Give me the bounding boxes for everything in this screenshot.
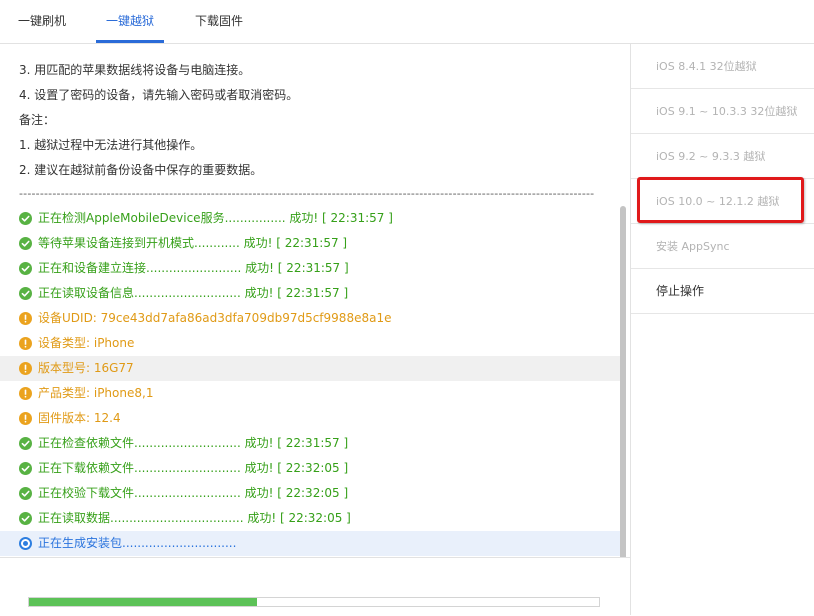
log-text: 正在生成安装包.............................. bbox=[38, 536, 237, 550]
sidebar-item-stop[interactable]: 停止操作 bbox=[631, 269, 814, 314]
log-row: 正在校验下载文件............................ 成功!… bbox=[0, 481, 620, 506]
log-row: 正在和设备建立连接......................... 成功! [… bbox=[0, 256, 620, 281]
check-circle-icon bbox=[19, 487, 32, 500]
sidebar-item-install-appsync[interactable]: 安装 AppSync bbox=[631, 224, 814, 269]
sidebar: iOS 8.4.1 32位越狱 iOS 9.1 ~ 10.3.3 32位越狱 i… bbox=[630, 44, 814, 615]
tab-bar: 一键刷机 一键越狱 下载固件 bbox=[0, 0, 814, 44]
exclamation-circle-icon bbox=[19, 387, 32, 400]
log-text: 正在读取数据..................................… bbox=[38, 511, 351, 525]
check-circle-icon bbox=[19, 212, 32, 225]
check-circle-icon bbox=[19, 262, 32, 275]
log-row: 正在检查依赖文件............................ 成功!… bbox=[0, 431, 620, 456]
check-circle-icon bbox=[19, 237, 32, 250]
log-row: 固件版本: 12.4 bbox=[0, 406, 620, 431]
log-row: 设备UDID: 79ce43dd7afa86ad3dfa709db97d5cf9… bbox=[0, 306, 620, 331]
progress-area bbox=[0, 557, 630, 616]
exclamation-circle-icon bbox=[19, 312, 32, 325]
active-tab-indicator bbox=[96, 40, 164, 43]
tab-one-click-flash[interactable]: 一键刷机 bbox=[18, 0, 66, 43]
check-circle-icon bbox=[19, 512, 32, 525]
progress-fill bbox=[29, 598, 257, 606]
divider-line: ----------------------------------------… bbox=[19, 187, 594, 200]
tab-one-click-jailbreak[interactable]: 一键越狱 bbox=[96, 0, 164, 43]
loading-circle-icon bbox=[19, 537, 32, 550]
check-circle-icon bbox=[19, 462, 32, 475]
note-line: 3. 用匹配的苹果数据线将设备与电脑连接。 bbox=[19, 63, 251, 77]
log-row: 正在生成安装包.............................. bbox=[0, 531, 620, 556]
tab-download-firmware[interactable]: 下载固件 bbox=[194, 0, 244, 43]
exclamation-circle-icon bbox=[19, 337, 32, 350]
log-text: 正在下载依赖文件............................ 成功!… bbox=[38, 461, 349, 475]
log-text: 固件版本: 12.4 bbox=[38, 411, 121, 425]
log-text: 版本型号: 16G77 bbox=[38, 361, 134, 375]
check-circle-icon bbox=[19, 437, 32, 450]
log-text: 设备类型: iPhone bbox=[38, 336, 135, 350]
sidebar-item-ios841-32bit[interactable]: iOS 8.4.1 32位越狱 bbox=[631, 44, 814, 89]
note-line: 2. 建议在越狱前备份设备中保存的重要数据。 bbox=[19, 163, 263, 177]
log-panel: 3. 用匹配的苹果数据线将设备与电脑连接。 4. 设置了密码的设备，请先输入密码… bbox=[0, 44, 630, 557]
log-row: 正在读取设备信息............................ 成功!… bbox=[0, 281, 620, 306]
log-row: 设备类型: iPhone bbox=[0, 331, 620, 356]
log-row: 等待苹果设备连接到开机模式............ 成功! [ 22:31:57… bbox=[0, 231, 620, 256]
note-line: 4. 设置了密码的设备，请先输入密码或者取消密码。 bbox=[19, 88, 299, 102]
sidebar-item-ios92-933[interactable]: iOS 9.2 ~ 9.3.3 越狱 bbox=[631, 134, 814, 179]
log-text: 产品类型: iPhone8,1 bbox=[38, 386, 154, 400]
check-circle-icon bbox=[19, 287, 32, 300]
log-text: 正在校验下载文件............................ 成功!… bbox=[38, 486, 349, 500]
sidebar-item-ios91-1033-32bit[interactable]: iOS 9.1 ~ 10.3.3 32位越狱 bbox=[631, 89, 814, 134]
log-text: 正在读取设备信息............................ 成功!… bbox=[38, 286, 349, 300]
log-row: 正在读取数据..................................… bbox=[0, 506, 620, 531]
log-text: 正在检查依赖文件............................ 成功!… bbox=[38, 436, 349, 450]
log-row: 正在下载依赖文件............................ 成功!… bbox=[0, 456, 620, 481]
log-text: 等待苹果设备连接到开机模式............ 成功! [ 22:31:57… bbox=[38, 236, 348, 250]
note-line: 1. 越狱过程中无法进行其他操作。 bbox=[19, 138, 203, 152]
highlight-box bbox=[637, 177, 804, 223]
log-row: 版本型号: 16G77 bbox=[0, 356, 620, 381]
log-scrollbar[interactable] bbox=[620, 206, 626, 557]
progress-bar bbox=[28, 597, 600, 607]
log-row: 产品类型: iPhone8,1 bbox=[0, 381, 620, 406]
log-text: 设备UDID: 79ce43dd7afa86ad3dfa709db97d5cf9… bbox=[38, 311, 392, 325]
log-text: 正在和设备建立连接......................... 成功! [… bbox=[38, 261, 349, 275]
exclamation-circle-icon bbox=[19, 412, 32, 425]
log-row: 正在检测AppleMobileDevice服务................ … bbox=[0, 206, 620, 231]
log-text: 正在检测AppleMobileDevice服务................ … bbox=[38, 211, 393, 225]
note-heading: 备注： bbox=[19, 113, 56, 127]
exclamation-circle-icon bbox=[19, 362, 32, 375]
